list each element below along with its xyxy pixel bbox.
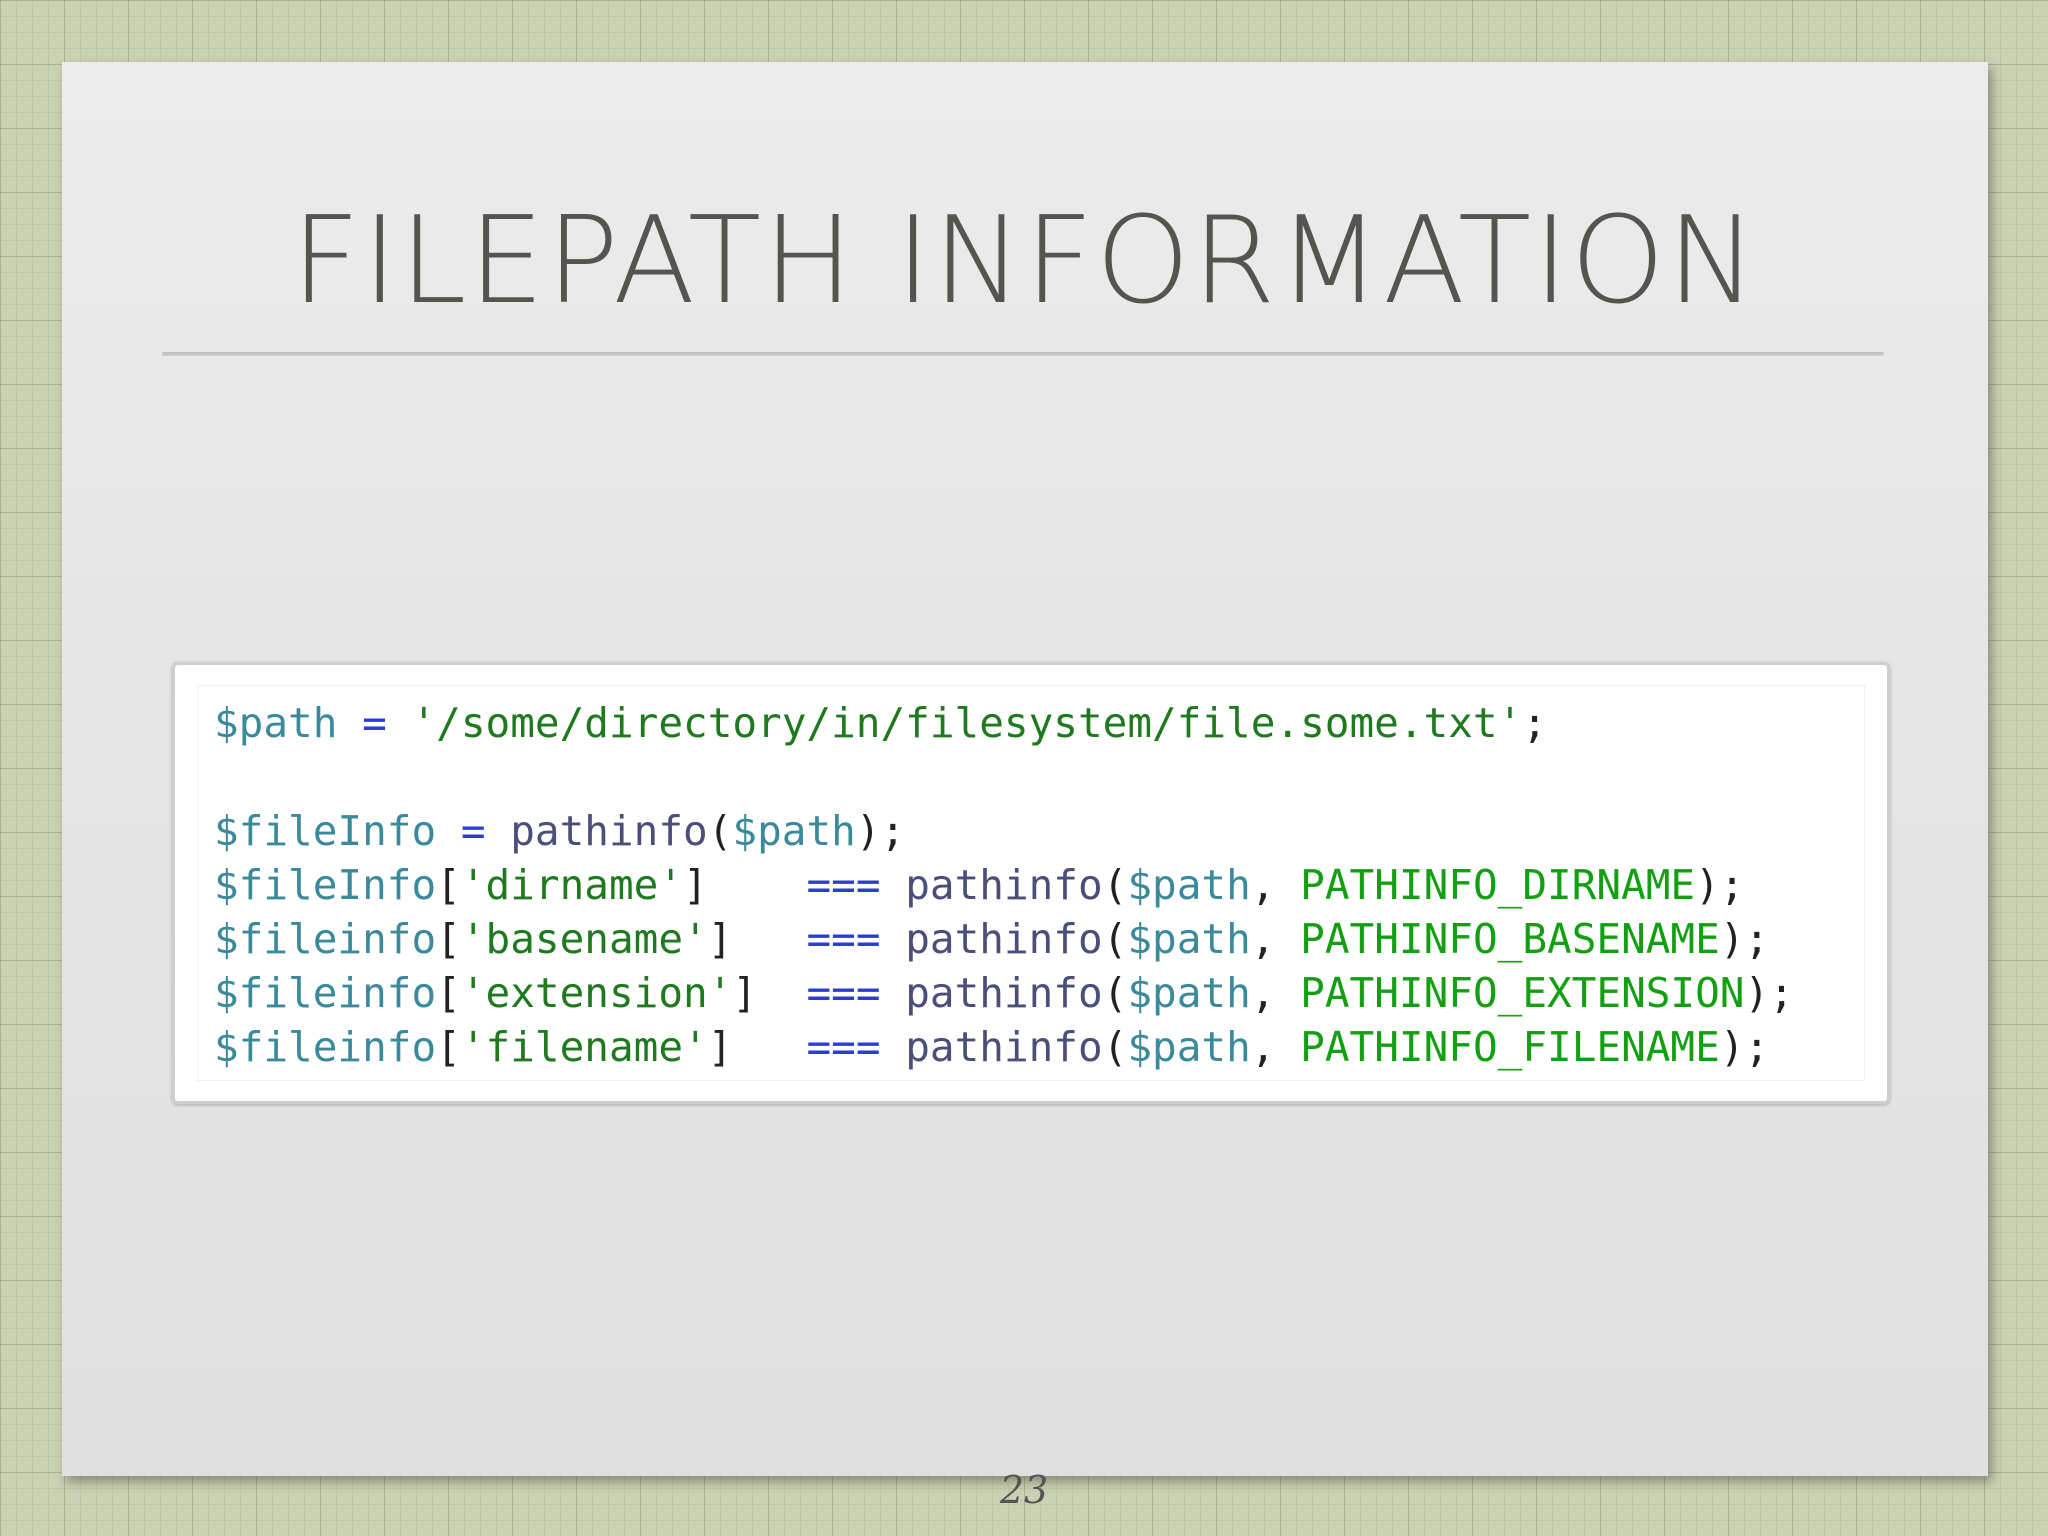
code-token-plain: [ xyxy=(436,1023,461,1071)
code-token-variable: $path xyxy=(1127,969,1251,1017)
code-token-operator: = xyxy=(362,699,387,747)
code-token-operator: === xyxy=(806,861,881,909)
code-token-plain: ( xyxy=(1102,1023,1128,1071)
code-token-string: 'basename' xyxy=(460,915,708,963)
page-number: 23 xyxy=(999,1468,1049,1512)
code-token-constant: PATHINFO_BASENAME xyxy=(1300,915,1720,963)
code-token-plain: ; xyxy=(1522,699,1547,747)
code-token-plain: , xyxy=(1250,915,1301,963)
code-token-plain: [ xyxy=(436,915,461,963)
code-line-5: $fileinfo['basename'] === pathinfo($path… xyxy=(214,912,1769,966)
code-token-constant: PATHINFO_EXTENSION xyxy=(1300,969,1745,1017)
code-token-string: 'dirname' xyxy=(460,861,684,909)
code-token-string: 'extension' xyxy=(460,969,733,1017)
code-token-string: '/some/directory/in/filesystem/file.some… xyxy=(411,699,1523,747)
code-token-variable: $fileInfo xyxy=(214,861,437,909)
code-token-variable: $fileInfo xyxy=(214,807,437,855)
code-token-operator: === xyxy=(806,1023,881,1071)
code-token-function: pathinfo xyxy=(905,1023,1103,1071)
code-token-plain: ] xyxy=(707,1023,807,1071)
title-divider xyxy=(162,352,1884,356)
code-token-function: pathinfo xyxy=(510,807,708,855)
code-line-6: $fileinfo['extension'] === pathinfo($pat… xyxy=(214,966,1794,1020)
code-token-variable: $path xyxy=(1127,861,1251,909)
code-token-plain: [ xyxy=(436,861,461,909)
code-token-operator: = xyxy=(460,807,486,855)
code-line-1: $path = '/some/directory/in/filesystem/f… xyxy=(214,696,1547,750)
code-token-plain: ] xyxy=(683,861,807,909)
code-line-3: $fileInfo = pathinfo($path); xyxy=(214,804,905,858)
code-token-variable: $fileinfo xyxy=(214,969,437,1017)
code-line-7: $fileinfo['filename'] === pathinfo($path… xyxy=(214,1020,1769,1074)
slide-title: FILEPATH INFORMATION xyxy=(291,192,1759,331)
code-token-string: 'filename' xyxy=(460,1023,708,1071)
code-token-operator: === xyxy=(806,969,881,1017)
code-token-variable: $path xyxy=(214,699,338,747)
code-token-constant: PATHINFO_DIRNAME xyxy=(1300,861,1696,909)
code-token-plain: ( xyxy=(1102,969,1128,1017)
code-token-plain: ); xyxy=(855,807,906,855)
code-token-plain: ( xyxy=(707,807,733,855)
code-token-plain: ( xyxy=(1102,915,1128,963)
code-token-variable: $fileinfo xyxy=(214,1023,437,1071)
code-token-plain: [ xyxy=(436,969,461,1017)
code-token-plain: ); xyxy=(1744,969,1794,1017)
code-token-plain: ); xyxy=(1695,861,1745,909)
code-token-plain: ] xyxy=(707,915,807,963)
code-token-plain: ); xyxy=(1719,1023,1770,1071)
code-area: $path = '/some/directory/in/filesystem/f… xyxy=(197,685,1865,1081)
code-token-plain: , xyxy=(1250,861,1301,909)
code-token-plain: , xyxy=(1250,969,1301,1017)
code-token-plain: ); xyxy=(1719,915,1770,963)
code-token-variable: $fileinfo xyxy=(214,915,437,963)
code-token-plain: ( xyxy=(1102,861,1128,909)
code-token-function: pathinfo xyxy=(905,915,1103,963)
code-token-plain: , xyxy=(1250,1023,1301,1071)
code-token-plain: ] xyxy=(732,969,807,1017)
code-block: $path = '/some/directory/in/filesystem/f… xyxy=(172,662,1890,1104)
code-line-4: $fileInfo['dirname'] === pathinfo($path,… xyxy=(214,858,1745,912)
code-token-operator: === xyxy=(806,915,881,963)
code-token-variable: $path xyxy=(1127,1023,1251,1071)
code-token-function: pathinfo xyxy=(905,969,1103,1017)
code-token-function: pathinfo xyxy=(905,861,1103,909)
code-token-constant: PATHINFO_FILENAME xyxy=(1300,1023,1720,1071)
code-token-variable: $path xyxy=(732,807,856,855)
code-token-variable: $path xyxy=(1127,915,1251,963)
slide: FILEPATH INFORMATION $path = '/some/dire… xyxy=(62,62,1988,1476)
